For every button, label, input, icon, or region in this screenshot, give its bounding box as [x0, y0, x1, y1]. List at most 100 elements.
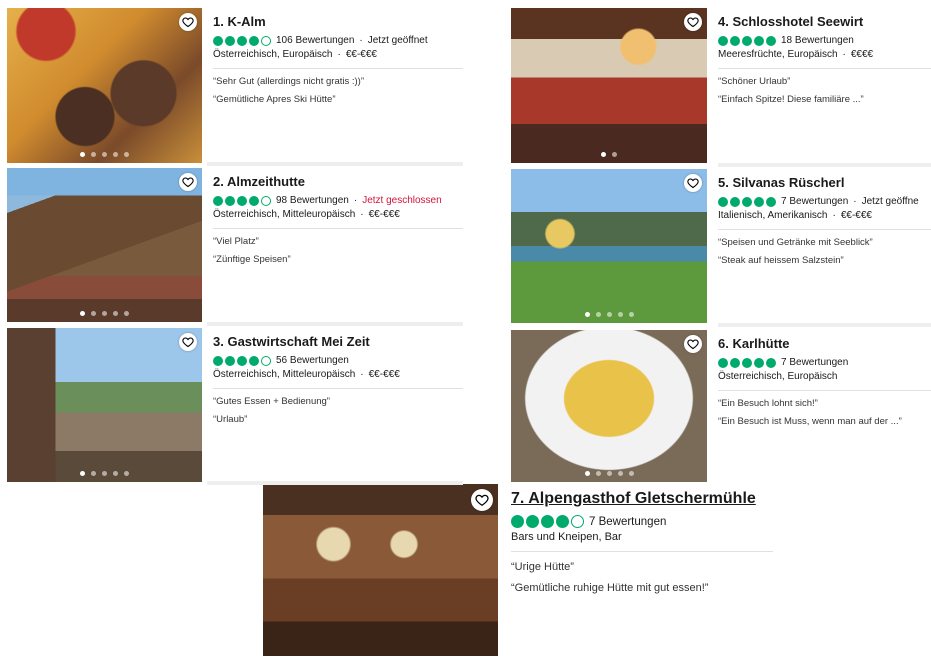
- bubble-rating-icon: [511, 515, 584, 528]
- bubble-rating-icon: [718, 357, 776, 368]
- restaurant-photo[interactable]: [7, 168, 202, 322]
- review-snippet[interactable]: “Gutes Essen + Bedienung”: [213, 396, 463, 407]
- review-snippet[interactable]: “Steak auf heissem Salzstein”: [718, 255, 931, 266]
- restaurant-title[interactable]: 4. Schlosshotel Seewirt: [718, 14, 931, 29]
- restaurant-title[interactable]: 3. Gastwirtschaft Mei Zeit: [213, 334, 463, 349]
- restaurant-card-2[interactable]: 2. Almzeithutte 98 Bewertungen · Jetzt g…: [7, 168, 463, 322]
- divider: [213, 68, 463, 69]
- review-snippet[interactable]: “Ein Besuch ist Muss, wenn man auf der .…: [718, 416, 931, 427]
- restaurant-title[interactable]: 7. Alpengasthof Gletschermühle: [511, 490, 773, 508]
- review-snippet[interactable]: “Urige Hütte”: [511, 561, 773, 573]
- rating-bubble: [261, 195, 271, 206]
- review-count[interactable]: 18 Bewertungen: [781, 35, 854, 46]
- restaurant-card-4[interactable]: 4. Schlosshotel Seewirt 18 Bewertungen M…: [511, 8, 931, 163]
- review-count[interactable]: 56 Bewertungen: [276, 355, 349, 366]
- photo-carousel-dots[interactable]: [7, 152, 202, 157]
- interior-photo: [511, 8, 707, 163]
- rating-bubble: [754, 196, 764, 207]
- review-count[interactable]: 7 Bewertungen: [589, 516, 666, 528]
- heart-icon: [687, 17, 699, 28]
- heart-icon: [182, 337, 194, 348]
- restaurant-title[interactable]: 5. Silvanas Rüscherl: [718, 175, 931, 190]
- heart-icon: [182, 177, 194, 188]
- review-count[interactable]: 106 Bewertungen: [276, 35, 354, 46]
- heart-icon: [687, 339, 699, 350]
- restaurant-card-1[interactable]: 1. K-Alm 106 Bewertungen · Jetzt geöffne…: [7, 8, 463, 163]
- review-snippet[interactable]: “Viel Platz”: [213, 236, 463, 247]
- photo-carousel-dots[interactable]: [511, 471, 707, 476]
- rating-bubble: [511, 515, 524, 528]
- review-snippet[interactable]: “Ein Besuch lohnt sich!”: [718, 398, 931, 409]
- omelette-photo: [511, 330, 707, 482]
- restaurant-title[interactable]: 1. K-Alm: [213, 14, 463, 29]
- divider: [213, 228, 463, 229]
- rating-bubble: [742, 35, 752, 46]
- cuisine-info: Österreichisch, Europäisch · €€-€€€: [213, 49, 377, 60]
- rating-bubble: [742, 196, 752, 207]
- restaurant-photo[interactable]: [7, 328, 202, 482]
- save-heart-button[interactable]: [684, 174, 702, 192]
- save-heart-button[interactable]: [179, 13, 197, 31]
- restaurant-photo[interactable]: [7, 8, 202, 163]
- rating-bubble: [754, 357, 764, 368]
- open-status: Jetzt geöffne: [861, 196, 919, 207]
- restaurant-card-5[interactable]: 5. Silvanas Rüscherl 7 Bewertungen · Jet…: [511, 169, 931, 323]
- restaurant-photo[interactable]: [511, 8, 707, 163]
- review-snippet[interactable]: “Einfach Spitze! Diese familiäre ...”: [718, 94, 931, 105]
- restaurant-card-7[interactable]: 7. Alpengasthof Gletschermühle 7 Bewertu…: [263, 484, 773, 656]
- village-photo: [7, 328, 202, 482]
- card-separator: [207, 322, 463, 326]
- rating-bubble: [237, 195, 247, 206]
- save-heart-button[interactable]: [684, 335, 702, 353]
- review-snippet[interactable]: “Urlaub”: [213, 414, 463, 425]
- cuisine-info: Bars und Kneipen, Bar: [511, 531, 622, 543]
- rating-bubble: [754, 35, 764, 46]
- cuisine-info: Meeresfrüchte, Europäisch · €€€€: [718, 49, 874, 60]
- restaurant-card-3[interactable]: 3. Gastwirtschaft Mei Zeit 56 Bewertunge…: [7, 328, 463, 482]
- review-snippet[interactable]: “Sehr Gut (allerdings nicht gratis :))”: [213, 76, 463, 87]
- divider: [511, 551, 773, 552]
- rating-bubble: [225, 355, 235, 366]
- rating-bubble: [718, 196, 728, 207]
- bubble-rating-icon: [213, 35, 271, 46]
- bubble-rating-icon: [718, 35, 776, 46]
- rating-bubble: [225, 35, 235, 46]
- food-photo: [7, 8, 202, 163]
- rating-bubble: [261, 35, 271, 46]
- review-count[interactable]: 7 Bewertungen: [781, 196, 848, 207]
- photo-carousel-dots[interactable]: [7, 311, 202, 316]
- rating-bubble: [541, 515, 554, 528]
- restaurant-title[interactable]: 2. Almzeithutte: [213, 174, 463, 189]
- photo-carousel-dots[interactable]: [7, 471, 202, 476]
- save-heart-button[interactable]: [471, 489, 493, 511]
- review-count[interactable]: 7 Bewertungen: [781, 357, 848, 368]
- hut-photo: [7, 168, 202, 322]
- divider: [213, 388, 463, 389]
- rating-bubble: [213, 195, 223, 206]
- card-separator: [718, 323, 931, 327]
- review-snippet[interactable]: “Zünftige Speisen”: [213, 254, 463, 265]
- bubble-rating-icon: [718, 196, 776, 207]
- review-snippet[interactable]: “Speisen und Getränke mit Seeblick”: [718, 237, 931, 248]
- open-status: Jetzt geöffnet: [367, 35, 428, 46]
- wooden-interior-photo: [263, 484, 498, 656]
- review-snippet[interactable]: “Gemütliche Apres Ski Hütte”: [213, 94, 463, 105]
- rating-bubble: [742, 357, 752, 368]
- photo-carousel-dots[interactable]: [511, 152, 707, 157]
- rating-bubble: [718, 357, 728, 368]
- review-snippet[interactable]: “Gemütliche ruhige Hütte mit gut essen!”: [511, 582, 773, 594]
- restaurant-card-6[interactable]: 6. Karlhütte 7 Bewertungen Österreichisc…: [511, 330, 931, 482]
- review-count[interactable]: 98 Bewertungen: [276, 195, 349, 206]
- photo-carousel-dots[interactable]: [511, 312, 707, 317]
- save-heart-button[interactable]: [684, 13, 702, 31]
- restaurant-photo[interactable]: [511, 169, 707, 323]
- restaurant-photo[interactable]: [511, 330, 707, 482]
- save-heart-button[interactable]: [179, 333, 197, 351]
- restaurant-title[interactable]: 6. Karlhütte: [718, 336, 931, 351]
- save-heart-button[interactable]: [179, 173, 197, 191]
- card-separator: [718, 163, 931, 167]
- restaurant-photo[interactable]: [263, 484, 498, 656]
- review-snippet[interactable]: “Schöner Urlaub”: [718, 76, 931, 87]
- heart-icon: [475, 494, 489, 507]
- card-separator: [207, 481, 463, 485]
